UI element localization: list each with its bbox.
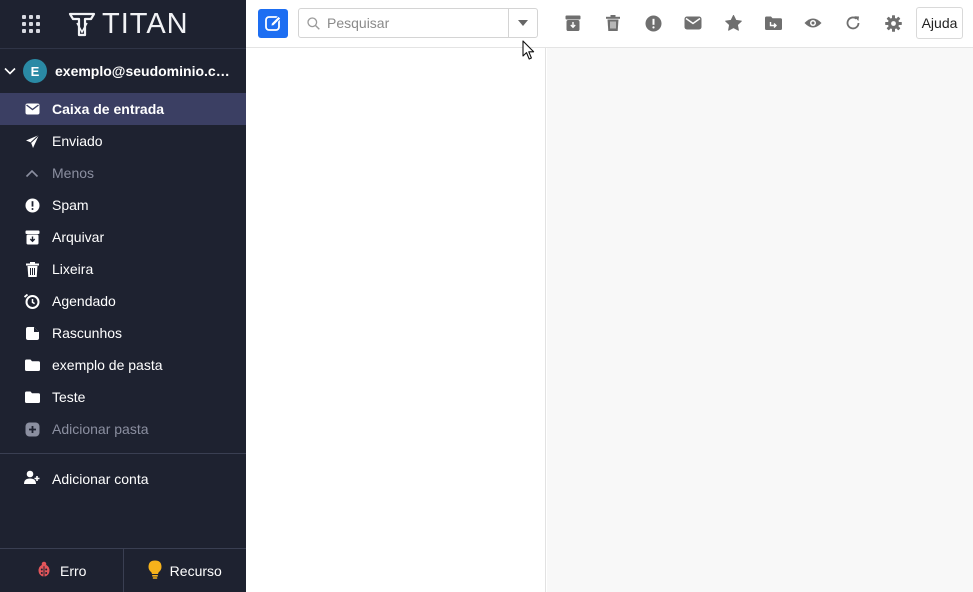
paper-plane-icon (24, 133, 40, 149)
report-bug-button[interactable]: Erro (0, 549, 123, 592)
folder-list: Caixa de entrada Enviado Menos Spam Arqu… (0, 93, 246, 445)
folder-label: Enviado (52, 133, 103, 149)
folder-archive[interactable]: Arquivar (0, 221, 246, 253)
folder-trash[interactable]: Lixeira (0, 253, 246, 285)
feature-label: Recurso (169, 562, 222, 579)
folder-label: Adicionar pasta (52, 421, 149, 437)
brand-bar: TITAN (0, 0, 246, 48)
folder-label: Agendado (52, 293, 116, 309)
add-user-icon (24, 470, 40, 488)
add-account-button[interactable]: Adicionar conta (0, 454, 246, 504)
archive-icon (24, 229, 40, 245)
brand-name: TITAN (102, 7, 189, 40)
gear-icon[interactable] (884, 14, 902, 32)
folder-icon (24, 357, 40, 373)
folder-icon (24, 389, 40, 405)
avatar: E (23, 59, 47, 83)
search-icon (299, 16, 327, 30)
compose-icon (264, 15, 281, 31)
mouse-pointer-icon (522, 40, 535, 60)
add-folder-button[interactable]: Adicionar pasta (0, 413, 246, 445)
compose-button[interactable] (258, 9, 288, 38)
help-button[interactable]: Ajuda (916, 7, 963, 39)
star-icon[interactable] (724, 14, 742, 32)
envelope-icon (24, 101, 40, 117)
sidebar: TITAN E exemplo@seudominio.co... Caixa d… (0, 0, 246, 592)
folder-exemplo-de-pasta[interactable]: exemplo de pasta (0, 349, 246, 381)
folder-spam[interactable]: Spam (0, 189, 246, 221)
folder-label: Caixa de entrada (52, 101, 165, 117)
move-folder-icon[interactable] (764, 14, 782, 32)
search-input[interactable] (327, 15, 502, 31)
add-account-label: Adicionar conta (52, 471, 149, 487)
eye-icon[interactable] (804, 14, 822, 32)
exclamation-circle-icon (24, 197, 40, 213)
folder-label: Menos (52, 165, 95, 181)
folder-teste[interactable]: Teste (0, 381, 246, 413)
trash-icon (24, 261, 40, 277)
feedback-bar: Erro Recurso (0, 548, 246, 592)
archive-icon[interactable] (564, 14, 582, 32)
draft-icon (24, 325, 40, 341)
search-box (298, 8, 538, 38)
chevron-up-icon (24, 165, 40, 181)
envelope-icon[interactable] (684, 14, 702, 32)
scheduled-clock-icon (24, 293, 40, 309)
folder-label: Teste (52, 389, 86, 405)
folder-scheduled[interactable]: Agendado (0, 285, 246, 317)
spam-icon[interactable] (644, 14, 662, 32)
folder-label: Rascunhos (52, 325, 123, 341)
folder-inbox[interactable]: Caixa de entrada (0, 93, 246, 125)
folder-label: Spam (52, 197, 89, 213)
message-list-pane[interactable] (246, 48, 546, 592)
feature-request-button[interactable]: Recurso (122, 549, 247, 592)
account-email: exemplo@seudominio.co... (55, 63, 233, 79)
folder-toggle-less[interactable]: Menos (0, 157, 246, 189)
search-options-dropdown[interactable] (508, 9, 537, 37)
folder-label: exemplo de pasta (52, 357, 163, 373)
account-switcher[interactable]: E exemplo@seudominio.co... (0, 49, 246, 93)
apps-grid-icon[interactable] (22, 15, 40, 33)
toolbar: Ajuda (246, 0, 973, 48)
folder-sent[interactable]: Enviado (0, 125, 246, 157)
lightbulb-icon (148, 560, 162, 582)
titan-logo: TITAN (68, 7, 189, 40)
titan-logo-icon (68, 12, 96, 37)
bug-icon (36, 561, 52, 580)
bug-label: Erro (60, 562, 87, 579)
chevron-down-icon[interactable] (4, 65, 16, 77)
caret-down-icon (518, 20, 528, 26)
reading-pane (547, 48, 973, 592)
folder-drafts[interactable]: Rascunhos (0, 317, 246, 349)
folder-label: Arquivar (52, 229, 105, 245)
refresh-icon[interactable] (844, 14, 862, 32)
trash-icon[interactable] (604, 14, 622, 32)
add-folder-icon (24, 421, 40, 437)
folder-label: Lixeira (52, 261, 94, 277)
